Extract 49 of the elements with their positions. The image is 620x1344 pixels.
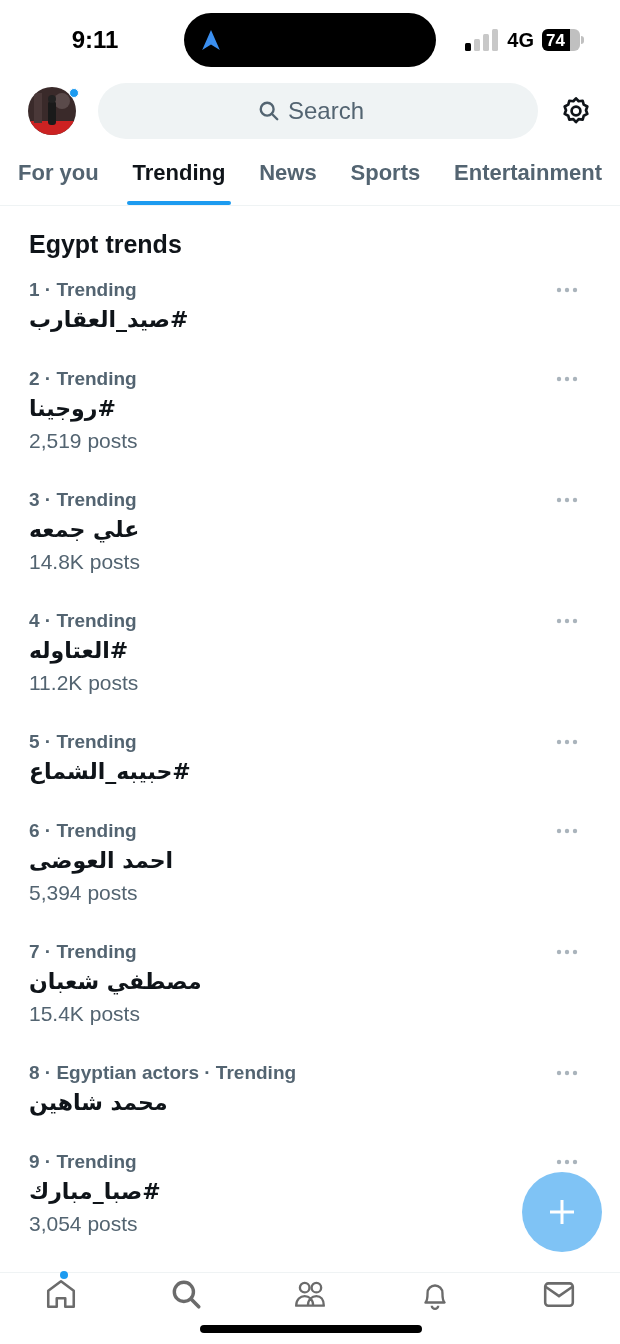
search-input: Search xyxy=(288,93,378,129)
trend-title[interactable]: محمد شاهين xyxy=(29,1087,168,1119)
trend-category: 6 · Trending xyxy=(29,819,137,843)
more-icon[interactable] xyxy=(556,1070,578,1076)
trend-title[interactable]: مصطفي شعبان xyxy=(29,966,202,998)
more-icon[interactable] xyxy=(556,828,578,834)
trend-title[interactable]: علي جمعه xyxy=(29,514,140,546)
post-count: 14.8K posts xyxy=(29,549,140,575)
post-count: 15.4K posts xyxy=(29,1001,140,1027)
network-label: 4G xyxy=(507,28,534,53)
trend-category: 5 · Trending xyxy=(29,730,137,754)
trend-category: 8 · Egyptian actors · Trending xyxy=(29,1061,297,1085)
search-field[interactable]: Search xyxy=(98,83,538,139)
signal-icon xyxy=(465,29,500,51)
trend-category: 7 · Trending xyxy=(29,940,137,964)
post-count: 2,519 posts xyxy=(29,428,138,454)
tab[interactable]: News xyxy=(253,140,323,205)
location-arrow-icon xyxy=(200,29,222,51)
trend-title[interactable]: #صيد_العقارب xyxy=(29,304,189,336)
battery-indicator: 74 xyxy=(542,29,584,51)
trend-title[interactable]: #صبا_مبارك xyxy=(29,1176,161,1208)
tab[interactable]: Trending xyxy=(126,140,232,205)
more-icon[interactable] xyxy=(556,739,578,745)
trend-category: 4 · Trending xyxy=(29,609,137,633)
post-count: 3,054 posts xyxy=(29,1211,138,1237)
trend-category: 9 · Trending xyxy=(29,1150,137,1174)
trend-title[interactable]: #العتاوله xyxy=(29,635,129,667)
more-icon[interactable] xyxy=(556,949,578,955)
trend-category: 1 · Trending xyxy=(29,278,137,302)
tab[interactable]: For you xyxy=(12,140,105,205)
tab[interactable]: Sports xyxy=(344,140,427,205)
trend-category: 2 · Trending xyxy=(29,367,137,391)
search-icon xyxy=(258,100,280,122)
post-count: 5,394 posts xyxy=(29,880,138,906)
more-icon[interactable] xyxy=(556,497,578,503)
section-title: Egypt trends xyxy=(28,229,183,260)
trend-title[interactable]: احمد العوضى xyxy=(29,845,174,877)
trend-title[interactable]: #حبيبه_الشماع xyxy=(29,756,191,788)
tab[interactable]: Entertainment xyxy=(448,140,608,205)
more-icon[interactable] xyxy=(556,287,578,293)
trend-category: 3 · Trending xyxy=(29,488,137,512)
post-count: 11.2K posts xyxy=(29,670,139,696)
more-icon[interactable] xyxy=(556,618,578,624)
more-icon[interactable] xyxy=(556,376,578,382)
plus-icon xyxy=(549,1199,575,1225)
home-icon[interactable] xyxy=(44,1277,78,1311)
trend-title[interactable]: #روجينا xyxy=(29,393,116,425)
more-icon[interactable] xyxy=(556,1159,578,1165)
clock-time: 9:11 xyxy=(71,25,119,55)
